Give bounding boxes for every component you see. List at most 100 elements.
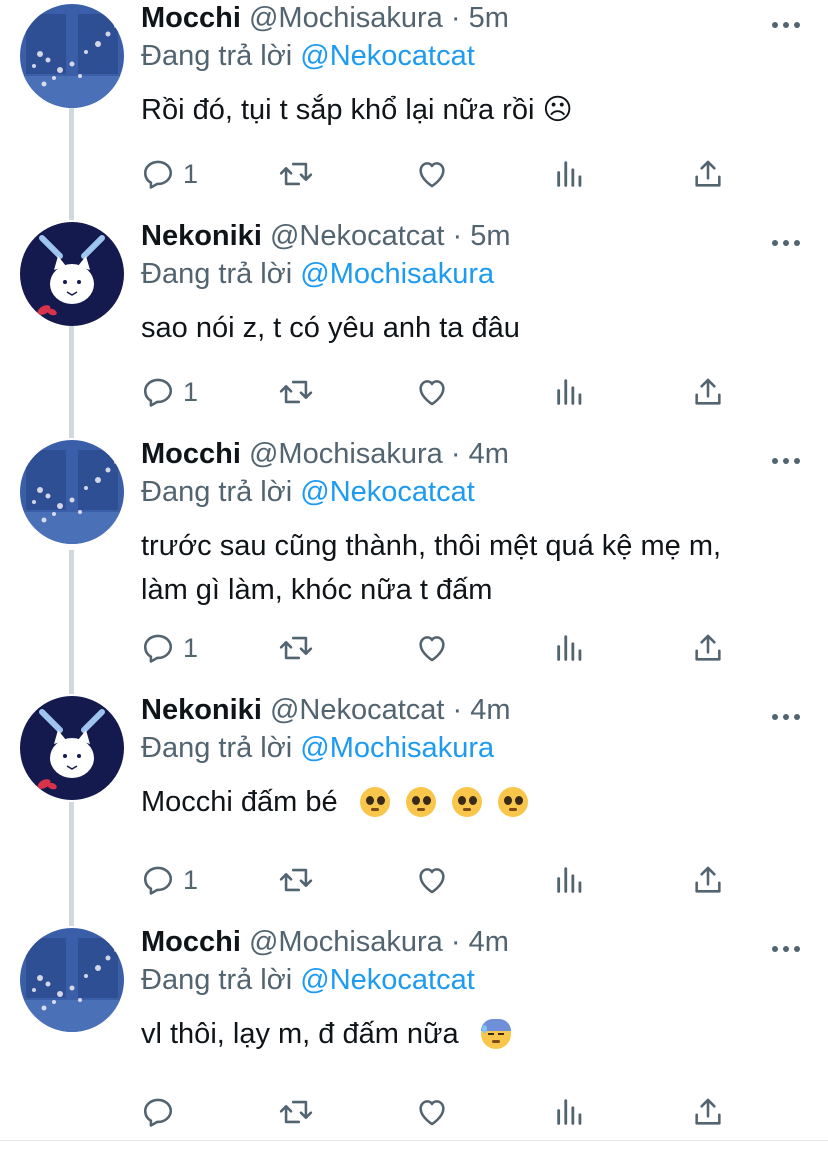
downcast-sweat-emoji: [480, 1019, 511, 1049]
retweet-button[interactable]: [277, 1092, 315, 1132]
action-bar: [141, 1092, 741, 1132]
share-icon: [695, 634, 721, 661]
tweet[interactable]: Nekoniki @Nekocatcat · 4m Đang trả lời @…: [0, 694, 828, 906]
avatar[interactable]: [20, 4, 124, 108]
pleading-face-emoji: [405, 787, 436, 817]
pleading-face-emoji: [451, 787, 482, 817]
avatar[interactable]: [20, 222, 124, 326]
action-bar: 1: [141, 372, 741, 412]
replying-to-label: Đang trả lời: [141, 964, 293, 996]
action-bar: 1: [141, 860, 741, 900]
timestamp[interactable]: 5m: [470, 220, 510, 252]
avatar[interactable]: [20, 696, 124, 800]
timestamp[interactable]: 4m: [469, 438, 509, 470]
retweet-button[interactable]: [277, 154, 315, 194]
replying-to-label: Đang trả lời: [141, 40, 293, 72]
more-options-icon[interactable]: [770, 20, 802, 30]
share-button[interactable]: [691, 154, 725, 194]
replying-to: Đang trả lời @Nekocatcat: [141, 472, 475, 512]
tweet-text: sao nói z, t có yêu anh ta đâu: [141, 312, 520, 344]
analytics-button[interactable]: [553, 372, 587, 412]
retweet-icon: [279, 636, 313, 660]
like-button[interactable]: [415, 628, 449, 668]
share-button[interactable]: [691, 1092, 725, 1132]
display-name[interactable]: Mocchi: [141, 926, 241, 958]
user-handle[interactable]: @Mochisakura: [249, 438, 443, 470]
like-button[interactable]: [415, 1092, 449, 1132]
share-button[interactable]: [691, 860, 725, 900]
tweet-text: Mocchi đấm bé: [141, 780, 811, 824]
more-options-icon[interactable]: [770, 238, 802, 248]
analytics-icon: [557, 161, 582, 187]
user-handle[interactable]: @Nekocatcat: [270, 694, 445, 726]
separator-dot: ·: [450, 2, 461, 34]
tweet[interactable]: Mocchi @Mochisakura · 4m Đang trả lời @N…: [0, 926, 828, 1138]
replying-to-label: Đang trả lời: [141, 258, 293, 290]
display-name[interactable]: Mocchi: [141, 2, 241, 34]
reply-icon: [143, 1098, 173, 1127]
pleading-face-emoji: [497, 787, 528, 817]
tweet[interactable]: Mocchi @Mochisakura · 5m Đang trả lời @N…: [0, 2, 828, 214]
cat-avatar-image: [20, 696, 124, 800]
sakura-avatar-image: [20, 440, 124, 544]
analytics-button[interactable]: [553, 154, 587, 194]
divider: [0, 1140, 828, 1141]
more-options-icon[interactable]: [770, 944, 802, 954]
mention-link[interactable]: @Mochisakura: [300, 732, 494, 764]
like-button[interactable]: [415, 860, 449, 900]
mention-link[interactable]: @Nekocatcat: [300, 40, 475, 72]
action-bar: 1: [141, 154, 741, 194]
reply-count: 1: [183, 376, 199, 407]
reply-button[interactable]: 1: [141, 860, 198, 900]
avatar[interactable]: [20, 928, 124, 1032]
display-name[interactable]: Mocchi: [141, 438, 241, 470]
reply-button[interactable]: [141, 1092, 183, 1132]
timestamp[interactable]: 4m: [470, 694, 510, 726]
analytics-button[interactable]: [553, 860, 587, 900]
mention-link[interactable]: @Mochisakura: [300, 258, 494, 290]
tweet-header: Nekoniki @Nekocatcat · 4m: [141, 690, 511, 730]
retweet-button[interactable]: [277, 372, 315, 412]
sakura-avatar-image: [20, 928, 124, 1032]
avatar[interactable]: [20, 440, 124, 544]
more-options-icon[interactable]: [770, 712, 802, 722]
display-name[interactable]: Nekoniki: [141, 220, 262, 252]
separator-dot: ·: [450, 926, 461, 958]
tweet-header: Mocchi @Mochisakura · 4m: [141, 922, 509, 962]
pleading-face-emoji: [359, 787, 390, 817]
share-icon: [695, 160, 721, 187]
share-icon: [695, 378, 721, 405]
share-icon: [695, 866, 721, 893]
tweet-text: vl thôi, lạy m, đ đấm nữa: [141, 1012, 811, 1056]
replying-to-label: Đang trả lời: [141, 732, 293, 764]
user-handle[interactable]: @Mochisakura: [249, 926, 443, 958]
like-button[interactable]: [415, 372, 449, 412]
tweet-header: Nekoniki @Nekocatcat · 5m: [141, 216, 511, 256]
retweet-button[interactable]: [277, 628, 315, 668]
mention-link[interactable]: @Nekocatcat: [300, 476, 475, 508]
user-handle[interactable]: @Mochisakura: [249, 2, 443, 34]
reply-button[interactable]: 1: [141, 628, 198, 668]
like-button[interactable]: [415, 154, 449, 194]
user-handle[interactable]: @Nekocatcat: [270, 220, 445, 252]
separator-dot: ·: [452, 220, 463, 252]
timestamp[interactable]: 4m: [469, 926, 509, 958]
reply-button[interactable]: 1: [141, 372, 198, 412]
display-name[interactable]: Nekoniki: [141, 694, 262, 726]
mention-link[interactable]: @Nekocatcat: [300, 964, 475, 996]
reply-count: 1: [183, 864, 199, 895]
share-button[interactable]: [691, 628, 725, 668]
sakura-avatar-image: [20, 4, 124, 108]
share-button[interactable]: [691, 372, 725, 412]
tweet[interactable]: Mocchi @Mochisakura · 4m Đang trả lời @N…: [0, 438, 828, 690]
analytics-button[interactable]: [553, 1092, 587, 1132]
reply-button[interactable]: 1: [141, 154, 198, 194]
retweet-button[interactable]: [277, 860, 315, 900]
timestamp[interactable]: 5m: [469, 2, 509, 34]
action-bar: 1: [141, 628, 741, 668]
analytics-button[interactable]: [553, 628, 587, 668]
more-options-icon[interactable]: [770, 456, 802, 466]
tweet[interactable]: Nekoniki @Nekocatcat · 5m Đang trả lời @…: [0, 220, 828, 432]
heart-icon: [419, 636, 445, 662]
replying-to: Đang trả lời @Nekocatcat: [141, 36, 475, 76]
